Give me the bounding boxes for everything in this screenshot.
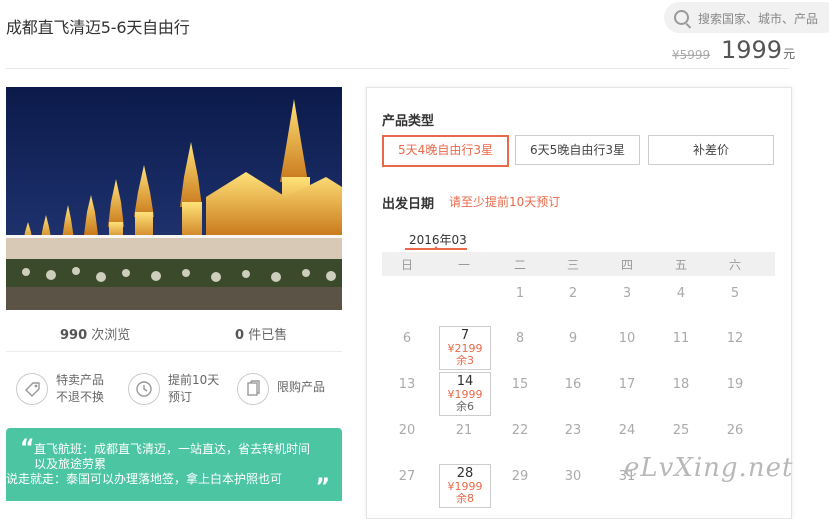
day-number: 14 [456, 374, 474, 389]
page-title: 成都直飞清迈5-6天自由行 [6, 18, 190, 37]
weekday-label: 一 [457, 258, 470, 272]
calendar-day: 13 [398, 377, 416, 392]
calendar-day: 20 [398, 423, 416, 438]
feature-line1: 特卖产品 [56, 373, 105, 387]
calendar-day: 4 [676, 286, 686, 301]
weekday-header: 日一二三四五六 [382, 252, 775, 276]
views-label: 次浏览 [91, 328, 131, 343]
booking-hint: 请至少提前10天预订 [449, 195, 561, 209]
original-price: ¥5999 [672, 48, 711, 62]
day-remaining: 余8 [456, 492, 474, 505]
weekday-label: 三 [566, 258, 579, 272]
calendar-day: 16 [564, 377, 582, 392]
search-icon[interactable] [674, 10, 689, 25]
day-number: 7 [460, 328, 470, 343]
day-remaining: 余6 [456, 400, 474, 413]
copy-icon [237, 373, 269, 405]
views-number: 990 [60, 328, 88, 343]
option-5d4n[interactable]: 5天4晚自由行3星 [382, 135, 509, 167]
stats-divider [6, 351, 342, 352]
calendar-day: 9 [568, 331, 578, 346]
promo-line: 说走就走：泰国可以办理落地签，拿上白本护照也可 [6, 472, 283, 486]
calendar-day: 8 [515, 331, 525, 346]
calendar-day: 27 [398, 469, 416, 484]
weekday-label: 日 [400, 258, 413, 272]
calendar-day: 12 [726, 331, 744, 346]
sold-number: 0 [235, 328, 245, 343]
search-placeholder[interactable]: 搜索国家、城市、产品 [698, 10, 818, 27]
caret-up-icon [433, 246, 439, 250]
feature-line2: 不退不换 [56, 390, 105, 404]
search-box[interactable]: 搜索国家、城市、产品 [664, 2, 829, 33]
clock-icon [128, 373, 160, 405]
calendar-day: 10 [618, 331, 636, 346]
sold-label: 件已售 [248, 328, 288, 343]
calendar-day: 18 [672, 377, 690, 392]
calendar-day-available[interactable]: 7 ¥2199 余3 [439, 326, 491, 370]
weekday-label: 四 [620, 258, 633, 272]
calendar-day: 23 [564, 423, 582, 438]
calendar-day: 19 [726, 377, 744, 392]
option-price-supplement[interactable]: 补差价 [648, 135, 774, 165]
calendar-day: 5 [730, 286, 740, 301]
calendar-day: 2 [568, 286, 578, 301]
calendar-day: 26 [726, 423, 744, 438]
calendar-day: 11 [672, 331, 690, 346]
calendar-day: 30 [564, 469, 582, 484]
calendar-day: 3 [622, 286, 632, 301]
day-number: 28 [456, 466, 474, 481]
close-quote-icon: ” [315, 475, 330, 500]
open-quote-icon: “ [20, 436, 35, 461]
header-divider [6, 68, 789, 69]
feature-line1: 提前10天 [168, 373, 220, 387]
weekday-label: 六 [728, 258, 741, 272]
watermark-logo: eLvXing.net [624, 453, 794, 483]
calendar-day-available[interactable]: 28 ¥1999 余8 [439, 464, 491, 508]
sold-count: 0 件已售 [235, 324, 287, 343]
weekday-label: 二 [513, 258, 526, 272]
calendar-day-available[interactable]: 14 ¥1999 余6 [439, 372, 491, 416]
current-price: 1999元 [721, 36, 795, 64]
feature-line1: 限购产品 [277, 380, 326, 394]
views-count: 990 次浏览 [60, 324, 130, 343]
promo-line: 以及旅途劳累 [34, 457, 107, 471]
option-6d5n[interactable]: 6天5晚自由行3星 [515, 135, 640, 165]
calendar-day: 22 [511, 423, 529, 438]
calendar-day: 17 [618, 377, 636, 392]
calendar-day: 1 [515, 286, 525, 301]
calendar-day: 21 [455, 423, 473, 438]
calendar-day: 15 [511, 377, 529, 392]
day-remaining: 余3 [456, 354, 474, 367]
calendar-day: 6 [402, 331, 412, 346]
departure-date-title: 出发日期 [382, 197, 435, 212]
tag-icon [16, 373, 48, 405]
product-type-title: 产品类型 [382, 114, 435, 129]
feature-line2: 预订 [168, 390, 193, 404]
calendar-day: 25 [672, 423, 690, 438]
promo-box: “ 直飞航班：成都直飞清迈，一站直达，省去转机时间 以及旅途劳累 说走就走：泰国… [6, 428, 342, 501]
calendar-day: 24 [618, 423, 636, 438]
price-value: 1999 [721, 36, 783, 64]
promo-line: 直飞航班：成都直飞清迈，一站直达，省去转机时间 [34, 442, 311, 456]
price-unit: 元 [783, 47, 796, 61]
weekday-label: 五 [674, 258, 687, 272]
calendar-day: 29 [511, 469, 529, 484]
product-photo [6, 87, 342, 310]
